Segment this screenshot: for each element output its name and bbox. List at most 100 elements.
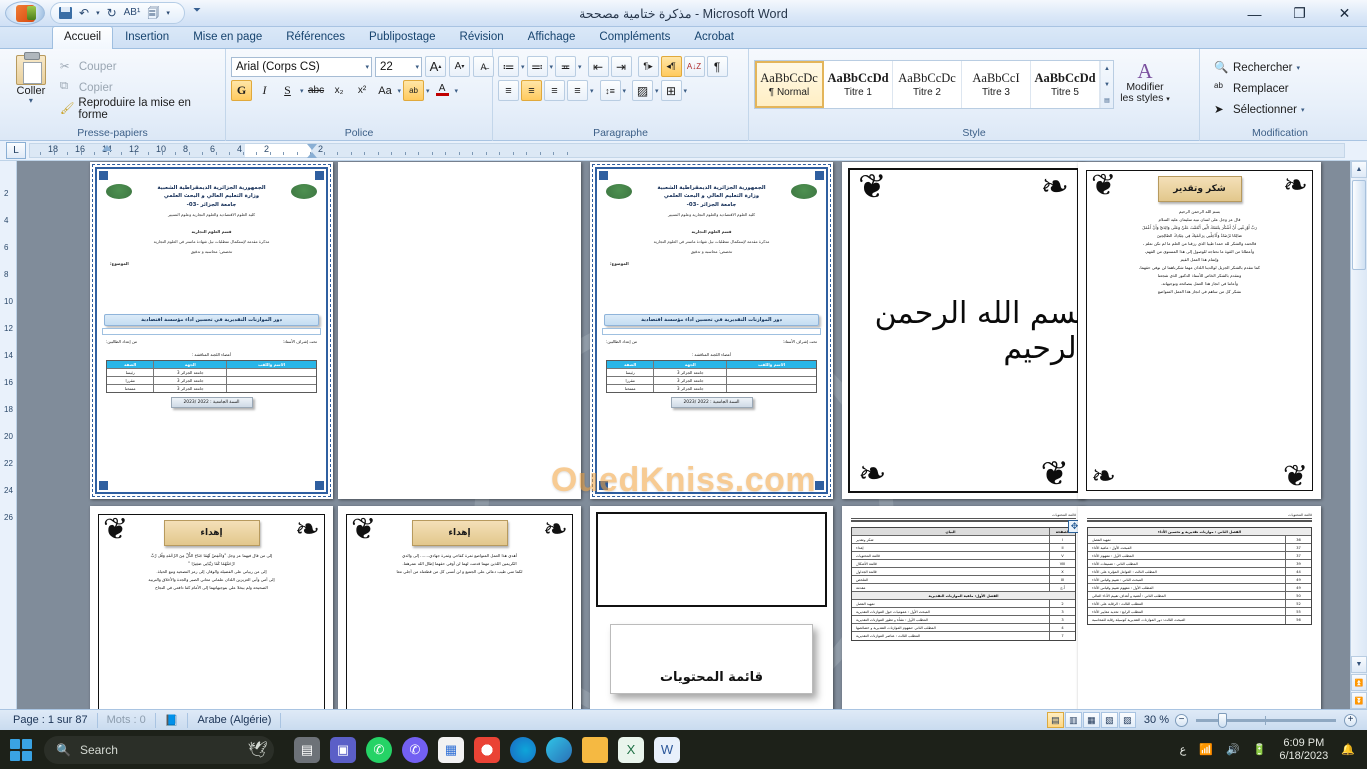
- font-size-dropdown-icon[interactable]: ▾: [412, 63, 419, 71]
- close-button[interactable]: ✕: [1322, 0, 1367, 27]
- page-indicator[interactable]: Page : 1 sur 87: [4, 712, 98, 728]
- page-6-dedication[interactable]: ❦ ❧ إهداء إلى من قال فيهما عز وجل "وَاخْ…: [90, 506, 333, 709]
- chrome-icon[interactable]: [474, 736, 500, 763]
- font-name-dropdown-icon[interactable]: ▾: [362, 63, 369, 71]
- styles-scroll-down-icon[interactable]: ▼: [1101, 77, 1113, 93]
- zoom-slider-thumb[interactable]: [1218, 712, 1227, 728]
- replace-button[interactable]: ab Remplacer: [1211, 78, 1292, 99]
- cut-button[interactable]: ✂ Couper: [57, 56, 220, 77]
- font-size-combo[interactable]: 22 ▾: [375, 56, 422, 77]
- spelling-icon[interactable]: AB¹: [124, 8, 141, 18]
- language-indicator[interactable]: Arabe (Algérie): [188, 712, 282, 728]
- office-button[interactable]: [5, 1, 45, 25]
- grow-font-button[interactable]: A ▴: [425, 56, 446, 77]
- underline-dropdown-icon[interactable]: ▾: [300, 87, 304, 95]
- styles-more-icon[interactable]: ▤: [1101, 92, 1113, 108]
- tab-acrobat[interactable]: Acrobat: [682, 26, 746, 48]
- tab-references[interactable]: Références: [274, 26, 357, 48]
- zoom-slider[interactable]: [1196, 712, 1336, 728]
- start-button[interactable]: [10, 738, 32, 761]
- view-draft-button[interactable]: ▨: [1118, 712, 1136, 728]
- task-view-icon[interactable]: ▤: [294, 736, 320, 763]
- tab-stop-selector[interactable]: L: [6, 142, 26, 159]
- clear-formatting-button[interactable]: A̶: [473, 56, 494, 77]
- borders-dropdown-icon[interactable]: ▾: [684, 87, 688, 95]
- minimize-button[interactable]: —: [1232, 0, 1277, 27]
- battery-icon[interactable]: 🔋: [1253, 743, 1267, 756]
- show-formatting-marks-button[interactable]: ¶: [706, 56, 728, 77]
- tab-mise-en-page[interactable]: Mise en page: [181, 26, 274, 48]
- align-right-button[interactable]: ≡: [544, 80, 565, 101]
- zoom-in-button[interactable]: +: [1344, 713, 1357, 727]
- paste-dropdown-icon[interactable]: ▾: [29, 97, 33, 105]
- hanging-indent-marker[interactable]: [307, 144, 317, 150]
- scroll-up-icon[interactable]: ▲: [1351, 161, 1367, 178]
- paste-button[interactable]: Coller ▾: [5, 52, 57, 105]
- document-canvas[interactable]: ✳ ✳: [17, 161, 1350, 709]
- customize-qat-icon[interactable]: ⏷: [193, 5, 201, 16]
- borders-button[interactable]: ⊞: [660, 80, 682, 101]
- find-button[interactable]: 🔍 Rechercher ▾: [1211, 57, 1303, 78]
- edge-icon[interactable]: [510, 736, 536, 763]
- line-spacing-dropdown-icon[interactable]: ▾: [623, 87, 627, 95]
- increase-indent-button[interactable]: ⇥: [610, 56, 632, 77]
- previous-page-icon[interactable]: ⏫: [1351, 674, 1367, 691]
- multilevel-list-button[interactable]: ≖: [555, 56, 577, 77]
- next-page-icon[interactable]: ⏬: [1351, 692, 1367, 709]
- undo-dropdown-icon[interactable]: ▾: [96, 10, 100, 17]
- font-name-combo[interactable]: Arial (Corps CS) ▾: [231, 56, 372, 77]
- styles-scroll-up-icon[interactable]: ▲: [1101, 61, 1113, 77]
- view-full-screen-button[interactable]: ▥: [1064, 712, 1082, 728]
- undo-icon[interactable]: ↶: [79, 7, 89, 19]
- first-line-indent-marker[interactable]: [102, 145, 112, 151]
- clock[interactable]: 6:09 PM 6/18/2023: [1279, 737, 1328, 763]
- page-4-bismillah[interactable]: ❦ ❧ ❧ ❦ بسم الله الرحمن الرحيم: [842, 162, 1085, 499]
- vertical-ruler[interactable]: 2 4 6 8 10 12 14 16 18 20 22 24 26: [0, 161, 17, 709]
- shading-button[interactable]: ▨: [632, 80, 654, 101]
- ltr-direction-button[interactable]: ¶▸: [637, 56, 659, 77]
- page-1-cover[interactable]: الجمهورية الجزائرية الديمقراطية الشعبية …: [90, 162, 333, 499]
- align-left-button[interactable]: ≡: [498, 80, 519, 101]
- underline-button[interactable]: S: [277, 80, 298, 101]
- italic-button[interactable]: I: [254, 80, 275, 101]
- vertical-scrollbar[interactable]: ▲ ▼ ⏫ ⏬: [1350, 161, 1367, 709]
- font-color-dropdown-icon[interactable]: ▾: [455, 87, 459, 95]
- styles-gallery-scrollbar[interactable]: ▲ ▼ ▤: [1100, 61, 1113, 108]
- print-preview-icon[interactable]: 🗐: [147, 7, 159, 19]
- scroll-thumb[interactable]: [1352, 180, 1366, 270]
- zoom-out-button[interactable]: −: [1175, 713, 1188, 727]
- tab-affichage[interactable]: Affichage: [516, 26, 588, 48]
- line-spacing-button[interactable]: ↕≡: [599, 80, 621, 101]
- print-dropdown-icon[interactable]: ▾: [166, 10, 170, 17]
- tab-complements[interactable]: Compléments: [587, 26, 682, 48]
- change-case-button[interactable]: Aa: [375, 80, 396, 101]
- view-outline-button[interactable]: ▧: [1100, 712, 1118, 728]
- page-5-thanks[interactable]: ❦ ❧ ❧ ❦ شكر وتقدير بسم الله الرحمن الرحي…: [1078, 162, 1321, 499]
- shrink-font-button[interactable]: A ▾: [449, 56, 470, 77]
- font-color-button[interactable]: A: [432, 80, 453, 101]
- justify-button[interactable]: ≡: [567, 80, 588, 101]
- proofing-status[interactable]: 📘: [156, 712, 189, 728]
- change-styles-button[interactable]: A Modifier les styles ▾: [1114, 60, 1176, 105]
- page-7-dedication-2[interactable]: ❦ ❧ إهداء أهدي هذا العمل المتواضع ثمرة ك…: [338, 506, 581, 709]
- notifications-icon[interactable]: 🔔: [1341, 743, 1355, 756]
- style-normal[interactable]: AaBbCcDc ¶ Normal: [755, 61, 824, 108]
- page-8-contents-title[interactable]: قائمة المحتويات: [590, 506, 833, 709]
- select-button[interactable]: ➤ Sélectionner ▾: [1211, 99, 1307, 120]
- volume-icon[interactable]: 🔊: [1226, 743, 1240, 756]
- format-painter-button[interactable]: 🖌 Reproduire la mise en forme: [57, 97, 220, 121]
- style-titre-2[interactable]: AaBbCcDc Titre 2: [893, 61, 962, 108]
- strikethrough-button[interactable]: abc: [306, 80, 327, 101]
- horizontal-ruler[interactable]: 18 16 14 12 10 8 6 4 2 2: [29, 143, 1345, 158]
- restore-button[interactable]: ❐: [1277, 0, 1322, 27]
- language-tray-icon[interactable]: ع: [1180, 743, 1187, 756]
- shading-dropdown-icon[interactable]: ▾: [655, 87, 659, 95]
- bold-button[interactable]: G: [231, 80, 252, 101]
- align-center-button[interactable]: ≡: [521, 80, 542, 101]
- redo-icon[interactable]: ↻: [107, 7, 117, 19]
- zoom-level-label[interactable]: 30 %: [1144, 714, 1169, 726]
- page-10-toc-2[interactable]: قائمة المحتويات الفصل الثاني : موازنات ت…: [1078, 506, 1321, 709]
- search-box[interactable]: 🔍 Search 🕊: [44, 735, 274, 764]
- text-highlight-button[interactable]: ab: [403, 80, 425, 101]
- select-dropdown-icon[interactable]: ▾: [1301, 106, 1305, 114]
